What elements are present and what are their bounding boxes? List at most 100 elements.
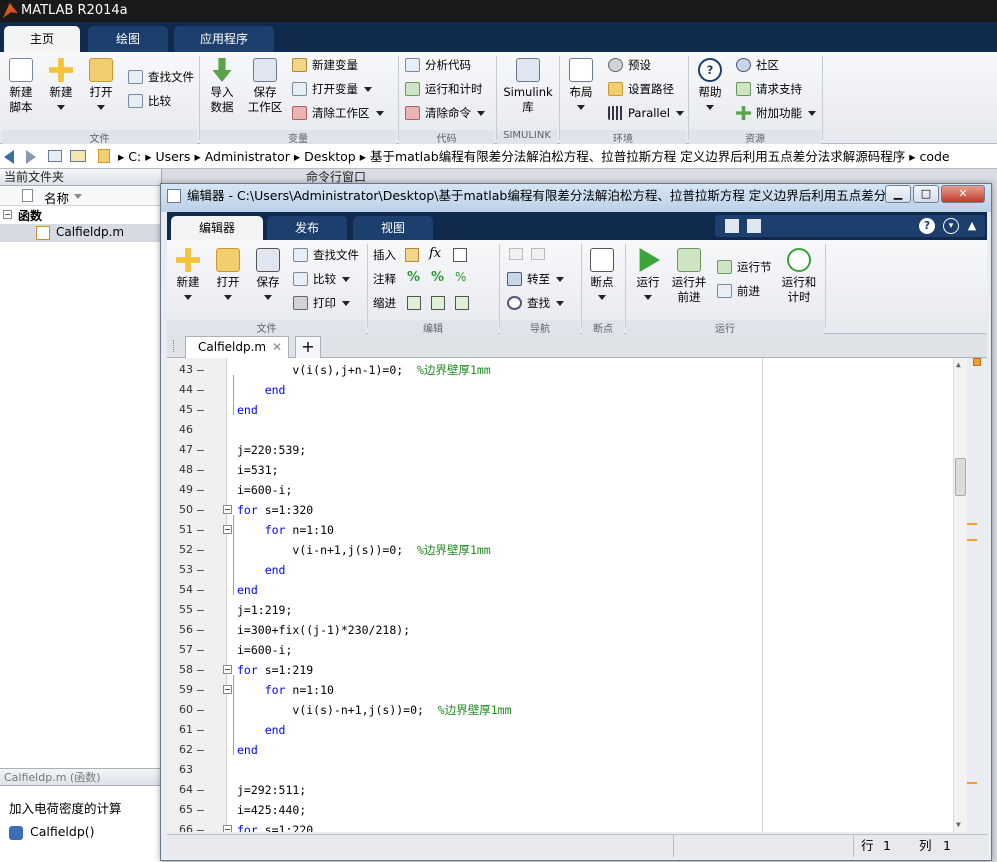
- fold-toggle-icon[interactable]: [223, 665, 232, 674]
- analyze-code-button[interactable]: 分析代码: [405, 56, 471, 74]
- editor-open-button[interactable]: 打开: [211, 248, 245, 305]
- code-line[interactable]: 60– v(i(s)-n+1,j(s))=0; %边界壁厚1mm: [167, 700, 967, 720]
- up-folder-icon[interactable]: [48, 150, 62, 162]
- collapse-icon[interactable]: −: [3, 210, 12, 219]
- back-arrow-icon[interactable]: [4, 150, 14, 164]
- breakpoint-marker[interactable]: –: [197, 400, 204, 420]
- editor-compare-button[interactable]: 比较: [293, 270, 350, 288]
- tab-home[interactable]: 主页: [4, 26, 80, 52]
- save-workspace-button[interactable]: 保存 工作区: [246, 58, 284, 115]
- breakpoint-marker[interactable]: –: [197, 440, 204, 460]
- run-section-button[interactable]: 运行节: [717, 258, 772, 276]
- code-line[interactable]: 43– v(i(s),j+n-1)=0; %边界壁厚1mm: [167, 360, 967, 380]
- tab-publish[interactable]: 发布: [267, 216, 347, 240]
- code-line[interactable]: 44– end: [167, 380, 967, 400]
- close-icon[interactable]: ✕: [272, 337, 282, 357]
- code-line[interactable]: 51– for n=1:10: [167, 520, 967, 540]
- code-line[interactable]: 59– for n=1:10: [167, 680, 967, 700]
- tab-editor[interactable]: 编辑器: [171, 216, 263, 240]
- compare-button[interactable]: 比较: [128, 92, 171, 110]
- code-line[interactable]: 56– i=300+fix((j-1)*230/218);: [167, 620, 967, 640]
- clear-workspace-button[interactable]: 清除工作区: [292, 104, 384, 122]
- layout-button[interactable]: 布局: [564, 58, 598, 115]
- comment-button[interactable]: 注释: [373, 270, 396, 288]
- preferences-button[interactable]: 预设: [608, 56, 651, 74]
- tab-view[interactable]: 视图: [353, 216, 433, 240]
- breakpoint-marker[interactable]: –: [197, 480, 204, 500]
- fold-toggle-icon[interactable]: [223, 505, 232, 514]
- code-line[interactable]: 54– end: [167, 580, 967, 600]
- increase-indent-icon[interactable]: [431, 296, 445, 310]
- find-button[interactable]: 查找: [507, 294, 564, 312]
- run-and-time-button[interactable]: 运行和 计时: [779, 248, 819, 305]
- decrease-indent-icon[interactable]: [455, 296, 469, 310]
- wrap-comment-icon[interactable]: %: [455, 270, 466, 284]
- breakpoint-marker[interactable]: –: [197, 780, 204, 800]
- fold-toggle-icon[interactable]: [223, 525, 232, 534]
- breakpoint-marker[interactable]: –: [197, 360, 204, 380]
- code-line[interactable]: 46: [167, 420, 967, 440]
- back-arrow-icon[interactable]: [509, 248, 523, 260]
- fold-toggle-icon[interactable]: [223, 685, 232, 694]
- code-line[interactable]: 57– i=600-i;: [167, 640, 967, 660]
- breakpoint-marker[interactable]: –: [197, 620, 204, 640]
- breakpoint-marker[interactable]: –: [197, 720, 204, 740]
- uncomment-percent-icon[interactable]: %: [431, 270, 444, 285]
- breakpoint-marker[interactable]: –: [197, 600, 204, 620]
- code-line[interactable]: 47– j=220:539;: [167, 440, 967, 460]
- open-button[interactable]: 打开: [84, 58, 118, 115]
- new-variable-button[interactable]: 新建变量: [292, 56, 358, 74]
- code-line[interactable]: 62– end: [167, 740, 967, 760]
- editor-print-button[interactable]: 打印: [293, 294, 350, 312]
- import-data-button[interactable]: 导入 数据: [204, 58, 240, 115]
- breakpoint-marker[interactable]: –: [197, 580, 204, 600]
- breakpoint-marker[interactable]: –: [197, 640, 204, 660]
- close-button[interactable]: ✕: [941, 185, 985, 203]
- breakpoint-marker[interactable]: –: [197, 820, 204, 832]
- breadcrumb-item[interactable]: Administrator: [205, 149, 290, 164]
- insert-function-icon[interactable]: [453, 248, 467, 262]
- minimize-button[interactable]: ▁: [885, 185, 911, 203]
- fold-toggle-icon[interactable]: [223, 825, 232, 832]
- breakpoint-marker[interactable]: –: [197, 380, 204, 400]
- editor-find-files-button[interactable]: 查找文件: [293, 246, 359, 264]
- breadcrumb-item[interactable]: C:: [128, 149, 141, 164]
- breadcrumb-item[interactable]: Users: [155, 149, 190, 164]
- code-line[interactable]: 49– i=600-i;: [167, 480, 967, 500]
- code-line[interactable]: 64– j=292:511;: [167, 780, 967, 800]
- help-button[interactable]: ? 帮助: [694, 58, 726, 115]
- community-button[interactable]: 社区: [736, 56, 779, 74]
- smart-indent-icon[interactable]: [407, 296, 421, 310]
- comment-percent-icon[interactable]: %: [407, 270, 420, 285]
- help-icon[interactable]: ?: [919, 218, 935, 234]
- set-path-button[interactable]: 设置路径: [608, 80, 674, 98]
- file-row[interactable]: Calfieldp.m: [0, 224, 161, 242]
- code-line[interactable]: 53– end: [167, 560, 967, 580]
- run-advance-button[interactable]: 运行并 前进: [669, 248, 709, 305]
- code-editor[interactable]: ▲ ▼ 43– v(i(s),j+n-1)=0; %边界壁厚1mm 44– end…: [167, 358, 967, 832]
- new-button[interactable]: 新建: [44, 58, 78, 115]
- clear-commands-button[interactable]: 清除命令: [405, 104, 485, 122]
- new-script-button[interactable]: 新建 脚本: [4, 58, 38, 115]
- breadcrumb-item[interactable]: code: [919, 149, 949, 164]
- breakpoint-marker[interactable]: –: [197, 460, 204, 480]
- quick-action-icon[interactable]: [725, 219, 739, 233]
- breakpoint-marker[interactable]: –: [197, 660, 204, 680]
- insert-section-icon[interactable]: [405, 248, 419, 262]
- forward-arrow-icon[interactable]: [531, 248, 545, 260]
- breakpoint-marker[interactable]: –: [197, 560, 204, 580]
- breakpoint-marker[interactable]: –: [197, 680, 204, 700]
- collapse-ribbon-icon[interactable]: ▲: [965, 218, 979, 234]
- breakpoint-marker[interactable]: –: [197, 520, 204, 540]
- tab-apps[interactable]: 应用程序: [174, 26, 274, 52]
- browse-folder-icon[interactable]: [70, 150, 86, 162]
- chevron-down-icon[interactable]: ▾: [943, 218, 959, 234]
- code-line[interactable]: 55– j=1:219;: [167, 600, 967, 620]
- warning-marker[interactable]: [967, 539, 977, 541]
- run-button[interactable]: 运行: [631, 248, 665, 305]
- simulink-library-button[interactable]: Simulink 库: [502, 58, 554, 115]
- code-line[interactable]: 61– end: [167, 720, 967, 740]
- code-line[interactable]: 45– end: [167, 400, 967, 420]
- code-line[interactable]: 58– for s=1:219: [167, 660, 967, 680]
- code-line[interactable]: 63: [167, 760, 967, 780]
